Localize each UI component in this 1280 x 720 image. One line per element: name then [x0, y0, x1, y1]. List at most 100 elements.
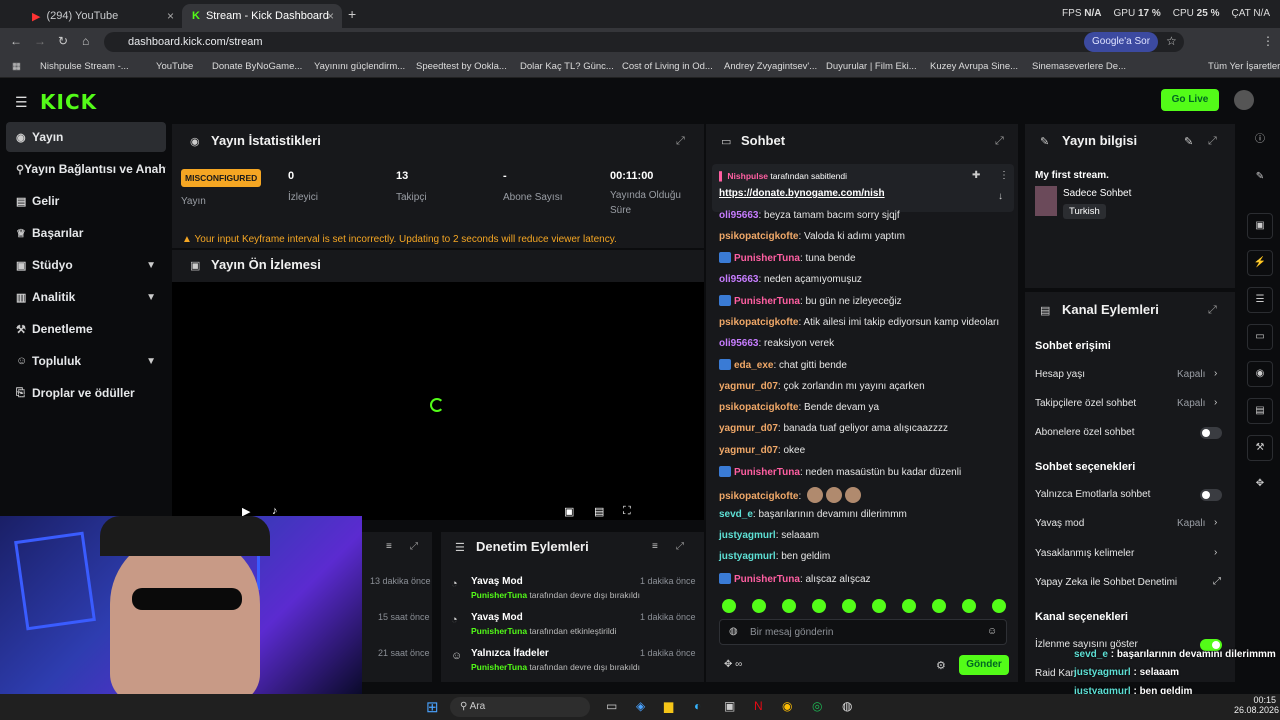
emote-icon[interactable] [932, 599, 946, 613]
popout-icon[interactable]: ⤢ [1208, 135, 1217, 148]
lightning-icon[interactable]: ⚡ [1247, 250, 1273, 276]
chat-username[interactable]: PunisherTuna [734, 467, 800, 478]
emote-only-toggle[interactable] [1200, 489, 1222, 501]
emote-icon[interactable] [902, 599, 916, 613]
bookmark[interactable]: YouTube [156, 61, 193, 72]
sidebar-item-income[interactable]: ▤ Gelir [6, 186, 166, 216]
pencil-icon[interactable]: ✎ [1247, 165, 1273, 191]
bookmark[interactable]: Andrey Zvyagintsev'... [724, 61, 817, 72]
emote-icon[interactable] [782, 599, 796, 613]
hamburger-icon[interactable]: ☰ [15, 94, 28, 111]
camera-icon[interactable]: ▣ [1247, 213, 1273, 239]
pin-icon[interactable]: ✚ [972, 170, 980, 181]
spotify-icon[interactable]: ◎ [812, 699, 822, 713]
emote-icon[interactable] [842, 599, 856, 613]
emote-icon[interactable] [992, 599, 1006, 613]
tab-kick[interactable]: K Stream - Kick Dashboard × [182, 4, 342, 28]
chat-username[interactable]: eda_exe [734, 360, 773, 371]
gear-icon[interactable]: ⚙ [936, 659, 946, 672]
bookmark[interactable]: Donate ByNoGame... [212, 61, 302, 72]
edit-icon[interactable]: ✎ [1184, 135, 1193, 148]
slow-mode-row[interactable]: Yavaş mod [1035, 518, 1084, 529]
home-icon[interactable]: ⌂ [82, 34, 89, 48]
sidebar-item-achievements[interactable]: ♕ Başarılar [6, 218, 166, 248]
account-age-row[interactable]: Hesap yaşı [1035, 369, 1085, 380]
hammer-icon[interactable]: ⚒ [1247, 435, 1273, 461]
back-icon[interactable]: ← [10, 34, 22, 48]
chat-username[interactable]: yagmur_d07 [719, 423, 778, 434]
url-input[interactable]: dashboard.kick.com/stream [104, 32, 1184, 52]
info-icon[interactable]: ⓘ [1247, 128, 1273, 154]
google-ask-button[interactable]: Google'a Sor [1084, 32, 1159, 52]
chat-username[interactable]: oli95663 [719, 338, 758, 349]
emote-icon[interactable] [962, 599, 976, 613]
tools-icon[interactable]: ✥ ∞ [724, 659, 742, 670]
sidebar-item-analytics[interactable]: ▥ Analitik ▼ [6, 282, 166, 312]
chat-icon[interactable]: ▭ [1247, 324, 1273, 350]
followers-only-row[interactable]: Takipçilere özel sohbet [1035, 398, 1136, 409]
taskbar-search[interactable]: ⚲ Ara [450, 697, 590, 717]
ai-mod-row[interactable]: Yapay Zeka ile Sohbet Denetimi [1035, 577, 1177, 588]
reload-icon[interactable]: ↻ [58, 34, 68, 48]
new-tab-button[interactable]: + [348, 6, 356, 22]
stack-icon[interactable]: ▤ [1247, 398, 1273, 424]
windows-start-icon[interactable]: ⊞ [426, 698, 439, 716]
popout-icon[interactable]: ⤢ [676, 135, 685, 148]
bookmark[interactable]: Kuzey Avrupa Sine... [930, 61, 1018, 72]
chat-username[interactable]: justyagmurl [719, 551, 776, 562]
all-bookmarks[interactable]: Tüm Yer İşaretleri [1208, 61, 1280, 72]
broadcast-icon[interactable]: ◉ [1247, 361, 1273, 387]
bookmark[interactable]: Cost of Living in Od... [622, 61, 713, 72]
tab-youtube[interactable]: ▶ (294) YouTube × [22, 4, 182, 28]
subs-only-toggle[interactable] [1200, 427, 1222, 439]
go-live-button[interactable]: Go Live [1161, 89, 1219, 111]
kick-logo[interactable]: KICK [40, 90, 97, 114]
emote-icon[interactable] [872, 599, 886, 613]
popout-icon[interactable]: ⤢ [1208, 304, 1217, 317]
popout-icon[interactable]: ⤢ [995, 135, 1004, 148]
menu-icon[interactable]: ⋮ [1262, 34, 1274, 48]
obs-icon[interactable]: ◍ [842, 699, 852, 713]
chat-username[interactable]: oli95663 [719, 210, 758, 221]
file-explorer-icon[interactable]: ▆ [664, 699, 673, 713]
filter-icon[interactable]: ≡ [652, 541, 658, 552]
raid-row[interactable]: Raid Kan [1035, 668, 1076, 679]
bookmark[interactable]: Dolar Kaç TL? Günc... [520, 61, 614, 72]
puzzle-icon[interactable]: ✥ [1247, 472, 1273, 498]
chat-username[interactable]: PunisherTuna [734, 253, 800, 264]
popout-icon[interactable]: ⤢ [410, 541, 418, 552]
emote-icon[interactable] [812, 599, 826, 613]
close-icon[interactable]: × [327, 9, 334, 23]
chat-username[interactable]: PunisherTuna [734, 296, 800, 307]
chat-username[interactable]: psikopatcigkofte [719, 402, 798, 413]
list-icon[interactable]: ☰ [1247, 287, 1273, 313]
fullscreen-icon[interactable]: ⛶ [623, 505, 631, 518]
sidebar-item-drops[interactable]: ⎘ Droplar ve ödüller [6, 378, 166, 408]
chat-username[interactable]: psikopatcigkofte [719, 231, 798, 242]
close-icon[interactable]: × [167, 9, 174, 23]
chat-username[interactable]: sevd_e [719, 509, 753, 520]
bookmark[interactable]: Sinemaseverlere De... [1032, 61, 1126, 72]
emoji-icon[interactable]: ☺ [987, 626, 997, 637]
bookmark[interactable]: Yayınını güçlendirm... [314, 61, 405, 72]
chat-input[interactable]: Bir mesaj gönderin [719, 619, 1007, 645]
banned-words-row[interactable]: Yasaklanmış kelimeler [1035, 548, 1134, 559]
popout-icon[interactable]: ⤢ [676, 541, 684, 552]
chat-username[interactable]: justyagmurl [719, 530, 776, 541]
mod-event-user[interactable]: PunisherTuna [471, 662, 527, 672]
send-button[interactable]: Gönder [959, 655, 1009, 675]
copilot-icon[interactable]: ◈ [636, 699, 645, 713]
store-icon[interactable]: ▣ [724, 699, 735, 713]
edge-icon[interactable]: ◐ [694, 699, 701, 713]
sidebar-item-stream[interactable]: ◉ Yayın [6, 122, 166, 152]
bookmark[interactable]: Duyurular | Film Eki... [826, 61, 917, 72]
chat-username[interactable]: yagmur_d07 [719, 445, 778, 456]
forward-icon[interactable]: → [34, 34, 46, 48]
avatar[interactable] [1234, 90, 1254, 110]
bookmark[interactable]: Nishpulse Stream -... [40, 61, 129, 72]
chat-username[interactable]: psikopatcigkofte [719, 317, 798, 328]
sidebar-item-stream-key[interactable]: ⚲ Yayın Bağlantısı ve Anahtar [6, 154, 166, 184]
filter-icon[interactable]: ≡ [386, 541, 392, 552]
emote-icon[interactable] [722, 599, 736, 613]
chrome-icon[interactable]: ◉ [782, 699, 792, 713]
